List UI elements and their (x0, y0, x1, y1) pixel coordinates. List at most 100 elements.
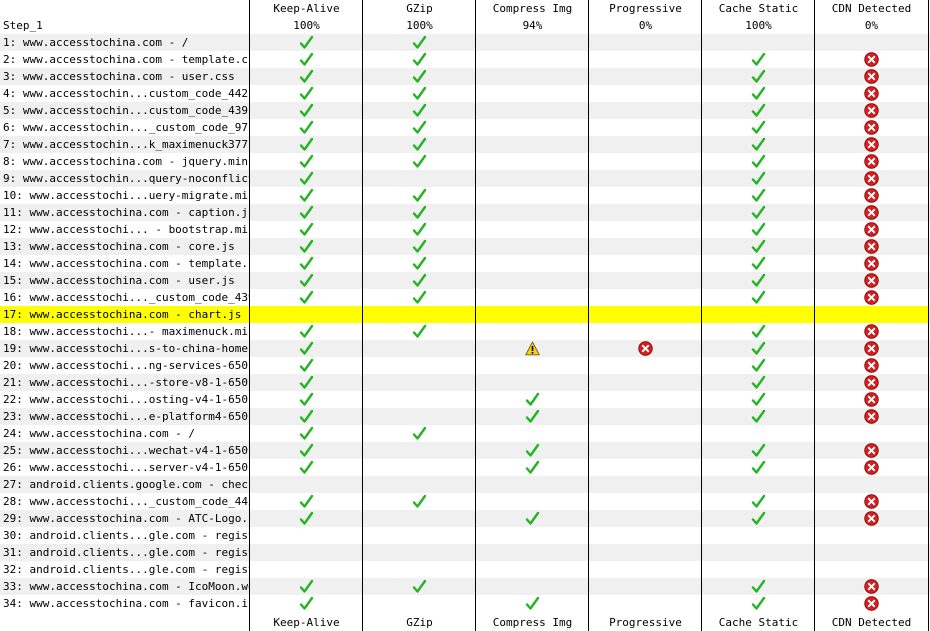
resource-name[interactable]: 22: www.accesstochi...osting-v4-1-650.pn… (3, 391, 249, 408)
cell-progressive (589, 374, 702, 391)
table-row[interactable]: 14: www.accesstochina.com - template.js (0, 255, 930, 272)
check-icon (412, 69, 427, 84)
resource-name[interactable]: 5: www.accesstochin...custom_code_439.cs… (3, 102, 249, 119)
cell-progressive (589, 357, 702, 374)
check-icon (751, 205, 766, 220)
resource-name[interactable]: 4: www.accesstochin...custom_code_442.cs… (3, 85, 249, 102)
resource-name[interactable]: 18: www.accesstochi...- maximenuck.min.j… (3, 323, 249, 340)
resource-name[interactable]: 10: www.accesstochi...uery-migrate.min.j… (3, 187, 249, 204)
resource-name[interactable]: 29: www.accesstochina.com - ATC-Logo.png (3, 510, 249, 527)
table-row[interactable]: 21: www.accesstochi...-store-v8-1-650.pn… (0, 374, 930, 391)
table-row[interactable]: 33: www.accesstochina.com - IcoMoon.woff (0, 578, 930, 595)
cell-cache (702, 153, 815, 170)
table-row[interactable]: 13: www.accesstochina.com - core.js (0, 238, 930, 255)
cell-keepalive (250, 34, 363, 51)
cell-progressive (589, 561, 702, 578)
cell-cdn (815, 153, 928, 170)
column-header-compress[interactable]: Compress Img (476, 0, 589, 17)
table-row[interactable]: 3: www.accesstochina.com - user.css (0, 68, 930, 85)
resource-name[interactable]: 7: www.accesstochin...k_maximenuck377.cs… (3, 136, 249, 153)
table-row[interactable]: 25: www.accesstochi...wechat-v4-1-650.pn… (0, 442, 930, 459)
resource-name[interactable]: 27: android.clients.google.com - checkin (3, 476, 249, 493)
cell-keepalive (250, 374, 363, 391)
table-row[interactable]: 27: android.clients.google.com - checkin (0, 476, 930, 493)
table-row[interactable]: 32: android.clients...gle.com - register… (0, 561, 930, 578)
resource-name[interactable]: 19: www.accesstochi...s-to-china-home.jp… (3, 340, 249, 357)
resource-name[interactable]: 24: www.accesstochina.com - / (3, 425, 249, 442)
table-row[interactable]: 5: www.accesstochin...custom_code_439.cs… (0, 102, 930, 119)
table-row[interactable]: 6: www.accesstochin..._custom_code_97.cs… (0, 119, 930, 136)
table-row[interactable]: 28: www.accesstochi..._custom_code_442.j… (0, 493, 930, 510)
column-header-gzip[interactable]: GZip (363, 0, 476, 17)
resource-name[interactable]: 32: android.clients...gle.com - register… (3, 561, 249, 578)
table-row[interactable]: 9: www.accesstochin...query-noconflict.j… (0, 170, 930, 187)
table-row[interactable]: 29: www.accesstochina.com - ATC-Logo.png (0, 510, 930, 527)
resource-name[interactable]: 13: www.accesstochina.com - core.js (3, 238, 249, 255)
resource-name[interactable]: 3: www.accesstochina.com - user.css (3, 68, 249, 85)
table-row[interactable]: 17: www.accesstochina.com - chart.js (0, 306, 930, 323)
resource-name[interactable]: 30: android.clients...gle.com - register… (3, 527, 249, 544)
cell-cdn (815, 68, 928, 85)
cell-keepalive (250, 153, 363, 170)
resource-name[interactable]: 2: www.accesstochina.com - template.css (3, 51, 249, 68)
resource-name[interactable]: 28: www.accesstochi..._custom_code_442.j… (3, 493, 249, 510)
cell-cache (702, 136, 815, 153)
resource-name[interactable]: 14: www.accesstochina.com - template.js (3, 255, 249, 272)
resource-name[interactable]: 20: www.accesstochi...ng-services-650.pn… (3, 357, 249, 374)
cell-cdn (815, 391, 928, 408)
table-row[interactable]: 10: www.accesstochi...uery-migrate.min.j… (0, 187, 930, 204)
table-row[interactable]: 2: www.accesstochina.com - template.css (0, 51, 930, 68)
table-row[interactable]: 1: www.accesstochina.com - / (0, 34, 930, 51)
table-row[interactable]: 12: www.accesstochi... - bootstrap.min.j… (0, 221, 930, 238)
resource-name[interactable]: 11: www.accesstochina.com - caption.js (3, 204, 249, 221)
column-header-cdn[interactable]: CDN Detected (815, 0, 928, 17)
cell-progressive (589, 238, 702, 255)
table-row[interactable]: 20: www.accesstochi...ng-services-650.pn… (0, 357, 930, 374)
column-header-progressive[interactable]: Progressive (589, 0, 702, 17)
resource-name[interactable]: 34: www.accesstochina.com - favicon.ico (3, 595, 249, 612)
table-row[interactable]: 18: www.accesstochi...- maximenuck.min.j… (0, 323, 930, 340)
resource-name[interactable]: 31: android.clients...gle.com - register… (3, 544, 249, 561)
resource-name[interactable]: 9: www.accesstochin...query-noconflict.j… (3, 170, 249, 187)
table-row[interactable]: 7: www.accesstochin...k_maximenuck377.cs… (0, 136, 930, 153)
table-row[interactable]: 16: www.accesstochi..._custom_code_439.j… (0, 289, 930, 306)
table-row[interactable]: 24: www.accesstochina.com - / (0, 425, 930, 442)
cell-keepalive (250, 187, 363, 204)
table-row[interactable]: 15: www.accesstochina.com - user.js (0, 272, 930, 289)
cell-cache (702, 102, 815, 119)
resource-name[interactable]: 17: www.accesstochina.com - chart.js (3, 306, 249, 323)
resource-name[interactable]: 12: www.accesstochi... - bootstrap.min.j… (3, 221, 249, 238)
table-row[interactable]: 8: www.accesstochina.com - jquery.min.js (0, 153, 930, 170)
cell-keepalive (250, 272, 363, 289)
cell-progressive (589, 289, 702, 306)
cell-cdn (815, 136, 928, 153)
error-icon (638, 341, 653, 356)
cell-progressive (589, 459, 702, 476)
resource-name[interactable]: 15: www.accesstochina.com - user.js (3, 272, 249, 289)
table-row[interactable]: 19: www.accesstochi...s-to-china-home.jp… (0, 340, 930, 357)
check-icon (751, 511, 766, 526)
table-row[interactable]: 26: www.accesstochi...server-v4-1-650.pn… (0, 459, 930, 476)
table-row[interactable]: 30: android.clients...gle.com - register… (0, 527, 930, 544)
column-header-keepalive[interactable]: Keep-Alive (250, 0, 363, 17)
cell-compress (476, 510, 589, 527)
table-row[interactable]: 34: www.accesstochina.com - favicon.ico (0, 595, 930, 612)
resource-name[interactable]: 16: www.accesstochi..._custom_code_439.j… (3, 289, 249, 306)
resource-name[interactable]: 23: www.accesstochi...e-platform4-650.pn… (3, 408, 249, 425)
resource-name[interactable]: 21: www.accesstochi...-store-v8-1-650.pn… (3, 374, 249, 391)
table-row[interactable]: 11: www.accesstochina.com - caption.js (0, 204, 930, 221)
column-score-keepalive: 100% (293, 19, 320, 32)
table-row[interactable]: 22: www.accesstochi...osting-v4-1-650.pn… (0, 391, 930, 408)
cell-gzip (363, 578, 476, 595)
cell-compress (476, 493, 589, 510)
resource-name[interactable]: 26: www.accesstochi...server-v4-1-650.pn… (3, 459, 249, 476)
resource-name[interactable]: 1: www.accesstochina.com - / (3, 34, 249, 51)
table-row[interactable]: 23: www.accesstochi...e-platform4-650.pn… (0, 408, 930, 425)
table-row[interactable]: 31: android.clients...gle.com - register… (0, 544, 930, 561)
table-row[interactable]: 4: www.accesstochin...custom_code_442.cs… (0, 85, 930, 102)
resource-name[interactable]: 33: www.accesstochina.com - IcoMoon.woff (3, 578, 249, 595)
resource-name[interactable]: 6: www.accesstochin..._custom_code_97.cs… (3, 119, 249, 136)
resource-name[interactable]: 8: www.accesstochina.com - jquery.min.js (3, 153, 249, 170)
resource-name[interactable]: 25: www.accesstochi...wechat-v4-1-650.pn… (3, 442, 249, 459)
column-header-cache[interactable]: Cache Static (702, 0, 815, 17)
